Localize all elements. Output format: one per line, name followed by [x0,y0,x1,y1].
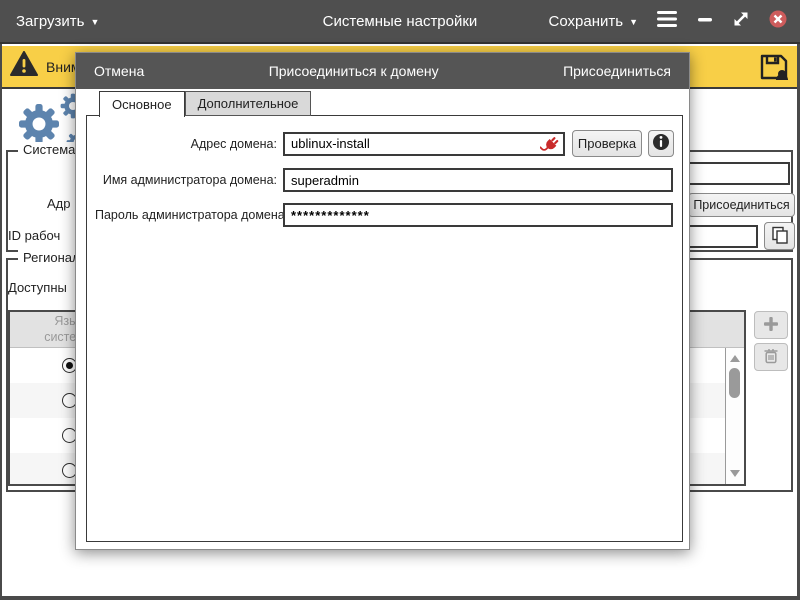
domain-address-input[interactable] [283,132,565,156]
copy-icon [771,226,789,247]
admin-name-row: Имя администратора домена: [95,168,674,192]
info-icon [652,133,670,154]
domain-address-label: Адрес домена: [95,137,277,151]
scroll-up-icon[interactable] [730,355,740,362]
save-menu-button[interactable]: Сохранить ▼ [549,13,638,30]
tab-additional[interactable]: Дополнительное [185,91,312,116]
check-button[interactable]: Проверка [572,130,642,157]
address-label: Адр [47,196,71,211]
info-button[interactable] [648,130,674,157]
scrollbar-thumb[interactable] [729,368,740,398]
hamburger-menu-icon[interactable] [656,10,678,32]
app-window: Загрузить ▼ Системные настройки Сохранит… [0,0,800,600]
window-border-bottom [0,596,800,600]
maximize-icon[interactable] [732,10,750,32]
title-bar: Загрузить ▼ Системные настройки Сохранит… [0,0,800,44]
cancel-button[interactable]: Отмена [94,63,144,79]
join-button[interactable]: Присоединиться [563,63,671,79]
available-languages-label: Доступны [8,280,67,295]
warning-triangle-icon [10,51,38,82]
workstation-id-label: ID рабоч [8,228,60,243]
domain-address-row: Адрес домена: Про [95,130,674,157]
save-menu-label: Сохранить [549,13,624,30]
dialog-content: Адрес домена: Про [86,115,683,542]
admin-password-input[interactable] [283,203,673,227]
dialog-title: Присоединиться к домену [269,63,439,79]
system-group-label: Система [18,142,80,157]
admin-password-label: Пароль администратора домена: [95,208,277,222]
dialog-header: Отмена Присоединиться к домену Присоедин… [76,53,689,89]
window-border-left [0,44,2,600]
admin-password-row: Пароль администратора домена: [95,203,674,227]
trash-icon [763,347,779,367]
tab-main[interactable]: Основное [99,91,185,117]
admin-name-input[interactable] [283,168,673,192]
save-settings-icon[interactable] [758,51,790,88]
admin-name-label: Имя администратора домена: [95,173,277,187]
scroll-down-icon[interactable] [730,470,740,477]
chevron-down-icon: ▼ [629,17,638,27]
table-scrollbar[interactable] [725,348,744,484]
delete-language-button[interactable] [754,343,788,371]
join-domain-dialog: Отмена Присоединиться к домену Присоедин… [75,52,690,550]
close-window-icon[interactable] [768,9,788,33]
minimize-icon[interactable] [696,10,714,32]
dialog-tabs: Основное Дополнительное [99,91,311,117]
copy-button[interactable] [764,222,795,250]
plus-icon [763,316,779,335]
bg-join-domain-button[interactable]: Присоединиться [688,193,795,217]
add-language-button[interactable] [754,311,788,339]
